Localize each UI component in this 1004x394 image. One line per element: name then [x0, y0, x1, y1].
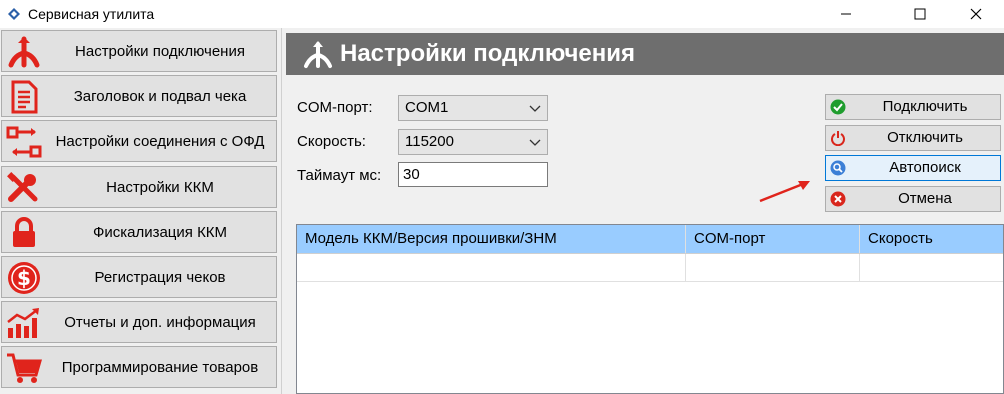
sidebar-item-label: Отчеты и доп. информация [64, 313, 256, 331]
sidebar-item-label: Программирование товаров [61, 358, 259, 376]
autosearch-button-label: Автопоиск [889, 159, 961, 176]
sidebar-item-label: Фискализация ККМ [92, 223, 228, 241]
minimize-button[interactable] [823, 0, 869, 28]
sidebar-item-fiscalization[interactable]: Фискализация ККМ [1, 211, 277, 253]
sidebar-item-reports[interactable]: Отчеты и доп. информация [1, 301, 277, 343]
check-icon [830, 99, 846, 115]
cancel-icon [830, 191, 846, 207]
app-icon [8, 8, 20, 20]
disconnect-button[interactable]: Отключить [825, 125, 1001, 151]
column-header-com-port[interactable]: COM-порт [686, 225, 860, 253]
timeout-label: Таймаут мс: [297, 167, 382, 184]
speed-value: 115200 [405, 133, 454, 150]
bar-chart-icon [4, 305, 44, 341]
disconnect-button-label: Отключить [887, 129, 963, 146]
devices-table[interactable]: Модель ККМ/Версия прошивки/ЗНМ COM-порт … [296, 224, 1004, 394]
connect-button-label: Подключить [882, 98, 968, 115]
speed-label: Скорость: [297, 133, 366, 150]
table-header: Модель ККМ/Версия прошивки/ЗНМ COM-порт … [297, 225, 1003, 254]
document-icon [4, 79, 44, 115]
sidebar-item-receipt-registration[interactable]: $ Регистрация чеков [1, 256, 277, 298]
dollar-coin-icon: $ [4, 260, 44, 296]
cart-icon [4, 350, 44, 386]
sidebar-item-label: Заголовок и подвал чека [73, 87, 247, 105]
cancel-button[interactable]: Отмена [825, 186, 1001, 212]
ofd-connection-icon [4, 124, 44, 160]
connect-button[interactable]: Подключить [825, 94, 1001, 120]
chevron-down-icon [529, 105, 541, 112]
sidebar-item-label: Настройки подключения [75, 42, 245, 60]
connection-fork-icon [4, 34, 44, 70]
sidebar-item-connection-settings[interactable]: Настройки подключения [1, 30, 277, 72]
sidebar-item-goods-programming[interactable]: Программирование товаров [1, 346, 277, 388]
sidebar-item-label: Настройки ККМ [106, 178, 214, 196]
column-header-model[interactable]: Модель ККМ/Версия прошивки/ЗНМ [297, 225, 686, 253]
title-bar: Сервисная утилита [0, 0, 1004, 28]
sidebar-item-kkm-settings[interactable]: Настройки ККМ [1, 166, 277, 208]
timeout-field[interactable] [398, 162, 548, 187]
close-icon [970, 8, 982, 20]
com-port-label: COM-порт: [297, 99, 373, 116]
power-icon [831, 131, 845, 146]
speed-select[interactable]: 115200 [398, 129, 548, 155]
sidebar-item-label: Настройки соединения с ОФД [55, 132, 265, 150]
autosearch-button[interactable]: Автопоиск [825, 155, 1001, 181]
annotation-arrow [759, 181, 810, 203]
sidebar: Настройки подключения Заголовок и подвал… [0, 30, 279, 394]
chevron-down-icon [529, 139, 541, 146]
minimize-icon [841, 13, 851, 15]
table-cell [297, 254, 686, 282]
com-port-select[interactable]: COM1 [398, 95, 548, 121]
lock-icon [4, 215, 44, 251]
connection-fork-icon [304, 41, 332, 68]
panel-divider [281, 28, 282, 394]
sidebar-item-label: Регистрация чеков [94, 268, 226, 286]
sidebar-item-ofd-connection[interactable]: Настройки соединения с ОФД [1, 120, 277, 162]
maximize-button[interactable] [897, 0, 943, 28]
close-button[interactable] [953, 0, 999, 28]
column-header-speed[interactable]: Скорость [860, 225, 1004, 253]
com-port-value: COM1 [405, 99, 449, 116]
search-icon [830, 160, 846, 176]
table-cell [860, 254, 1004, 282]
table-cell [686, 254, 860, 282]
cancel-button-label: Отмена [898, 190, 952, 207]
table-row[interactable] [297, 254, 1003, 282]
maximize-icon [914, 8, 926, 20]
sidebar-item-receipt-header-footer[interactable]: Заголовок и подвал чека [1, 75, 277, 117]
svg-text:$: $ [17, 266, 31, 290]
page-header: Настройки подключения [286, 33, 1004, 75]
window-title: Сервисная утилита [28, 6, 155, 22]
timeout-input[interactable] [399, 163, 547, 186]
page-title: Настройки подключения [340, 40, 636, 67]
tools-icon [4, 170, 44, 206]
